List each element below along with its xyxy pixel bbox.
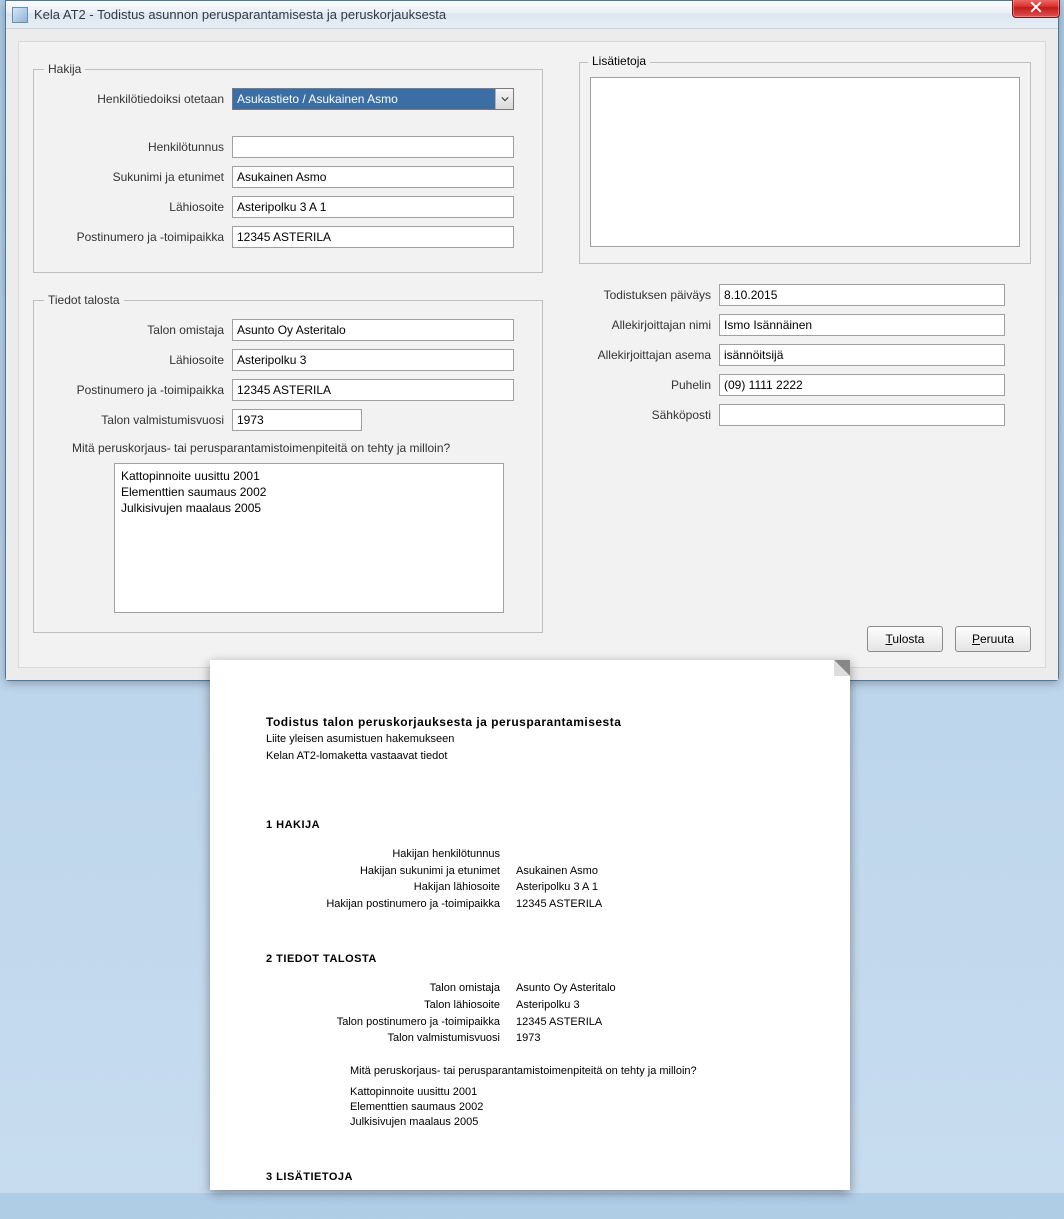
valmistumisvuosi-label: Talon valmistumisvuosi: [44, 413, 232, 427]
form-panel: Hakija Henkilötiedoiksi otetaan Asukasti…: [18, 41, 1046, 668]
client-area: Hakija Henkilötiedoiksi otetaan Asukasti…: [6, 29, 1058, 680]
talo-lahiosoite-label: Lähiosoite: [44, 353, 232, 367]
peruuta-button[interactable]: Peruuta: [955, 626, 1031, 652]
main-window: Kela AT2 - Todistus asunnon perusparanta…: [5, 0, 1059, 681]
doc-title: Todistus talon peruskorjauksesta ja peru…: [266, 714, 794, 730]
print-preview: Todistus talon peruskorjauksesta ja peru…: [210, 660, 850, 1190]
doc-s2l3: Julkisivujen maalaus 2005: [350, 1115, 794, 1130]
sahkoposti-input[interactable]: [719, 404, 1005, 426]
henkilotiedoiksi-selected: Asukastieto / Asukainen Asmo: [233, 89, 495, 109]
right-column: Lisätietoja Todistuksen päiväys Allekirj…: [579, 62, 1031, 652]
doc-s1k3: Hakijan lähiosoite: [266, 880, 516, 895]
paivays-label: Todistuksen päiväys: [579, 288, 719, 302]
henkilotunnus-input[interactable]: [232, 136, 514, 158]
tulosta-button[interactable]: Tulosta: [867, 626, 943, 652]
doc-s2l1: Kattopinnoite uusittu 2001: [350, 1085, 794, 1100]
talo-postinumero-label: Postinumero ja -toimipaikka: [44, 383, 232, 397]
henkilotiedoiksi-label: Henkilötiedoiksi otetaan: [44, 92, 232, 106]
omistaja-input[interactable]: [232, 319, 514, 341]
doc-s1v2: Asukainen Asmo: [516, 864, 794, 879]
doc-s2k3: Talon postinumero ja -toimipaikka: [266, 1015, 516, 1030]
doc-s2k4: Talon valmistumisvuosi: [266, 1031, 516, 1046]
toimenpiteet-question: Mitä peruskorjaus- tai perusparantamisto…: [72, 441, 532, 455]
peruuta-rest: eruuta: [980, 632, 1014, 646]
combo-drop-button[interactable]: [495, 89, 513, 109]
hakija-lahiosoite-input[interactable]: [232, 196, 514, 218]
hakija-lahiosoite-label: Lähiosoite: [44, 200, 232, 214]
tulosta-rest: ulosta: [892, 632, 924, 646]
nimi-label: Allekirjoittajan nimi: [579, 318, 719, 332]
button-row: Tulosta Peruuta: [579, 626, 1031, 652]
doc-s1v4: 12345 ASTERILA: [516, 897, 794, 912]
doc-s1v1: [516, 847, 794, 862]
doc-s2v4: 1973: [516, 1031, 794, 1046]
valmistumisvuosi-input[interactable]: [232, 409, 362, 431]
peruuta-hotkey: P: [972, 632, 980, 646]
paivays-input[interactable]: [719, 284, 1005, 306]
talosta-legend: Tiedot talosta: [44, 293, 124, 307]
doc-s2v3: 12345 ASTERILA: [516, 1015, 794, 1030]
sahkoposti-label: Sähköposti: [579, 408, 719, 422]
hakija-postinumero-label: Postinumero ja -toimipaikka: [44, 230, 232, 244]
lisatietoja-group: Lisätietoja: [579, 62, 1031, 264]
doc-s2k2: Talon lähiosoite: [266, 998, 516, 1013]
asema-label: Allekirjoittajan asema: [579, 348, 719, 362]
doc-s1v3: Asteripolku 3 A 1: [516, 880, 794, 895]
asema-input[interactable]: [719, 344, 1005, 366]
doc-s1k2: Hakijan sukunimi ja etunimet: [266, 864, 516, 879]
doc-sec1: 1 HAKIJA: [266, 818, 794, 833]
doc-s1k4: Hakijan postinumero ja -toimipaikka: [266, 897, 516, 912]
lisatietoja-title: Lisätietoja: [588, 54, 650, 68]
doc-sec2: 2 TIEDOT TALOSTA: [266, 952, 794, 967]
toimenpiteet-textarea[interactable]: [114, 463, 504, 613]
hakija-postinumero-input[interactable]: [232, 226, 514, 248]
hakija-legend: Hakija: [44, 62, 85, 76]
signature-fields: Todistuksen päiväys Allekirjoittajan nim…: [579, 284, 1031, 426]
doc-s2v2: Asteripolku 3: [516, 998, 794, 1013]
talo-lahiosoite-input[interactable]: [232, 349, 514, 371]
doc-s1k1: Hakijan henkilötunnus: [266, 847, 516, 862]
doc-s2l2: Elementtien saumaus 2002: [350, 1100, 794, 1115]
print-preview-content: Todistus talon peruskorjauksesta ja peru…: [210, 660, 850, 1219]
henkilotunnus-label: Henkilötunnus: [44, 140, 232, 154]
chevron-down-icon: [501, 95, 509, 103]
doc-sub2: Kelan AT2-lomaketta vastaavat tiedot: [266, 749, 794, 764]
doc-sub1: Liite yleisen asumistuen hakemukseen: [266, 732, 794, 747]
doc-s2k1: Talon omistaja: [266, 981, 516, 996]
app-icon: [12, 7, 28, 23]
henkilotiedoiksi-combo[interactable]: Asukastieto / Asukainen Asmo: [232, 88, 514, 110]
lisatietoja-textarea[interactable]: [590, 77, 1020, 247]
left-column: Hakija Henkilötiedoiksi otetaan Asukasti…: [33, 62, 543, 653]
talo-postinumero-input[interactable]: [232, 379, 514, 401]
puhelin-label: Puhelin: [579, 378, 719, 392]
puhelin-input[interactable]: [719, 374, 1005, 396]
sukunimi-label: Sukunimi ja etunimet: [44, 170, 232, 184]
close-button[interactable]: [1012, 0, 1060, 18]
hakija-group: Hakija Henkilötiedoiksi otetaan Asukasti…: [33, 62, 543, 273]
omistaja-label: Talon omistaja: [44, 323, 232, 337]
nimi-input[interactable]: [719, 314, 1005, 336]
close-icon: [1030, 1, 1042, 13]
talosta-group: Tiedot talosta Talon omistaja Lähiosoite…: [33, 293, 543, 633]
doc-s2q: Mitä peruskorjaus- tai perusparantamisto…: [350, 1064, 794, 1079]
doc-s2v1: Asunto Oy Asteritalo: [516, 981, 794, 996]
titlebar[interactable]: Kela AT2 - Todistus asunnon perusparanta…: [6, 1, 1058, 29]
sukunimi-input[interactable]: [232, 166, 514, 188]
doc-sec3: 3 LISÄTIETOJA: [266, 1170, 794, 1185]
window-title: Kela AT2 - Todistus asunnon perusparanta…: [34, 7, 446, 22]
